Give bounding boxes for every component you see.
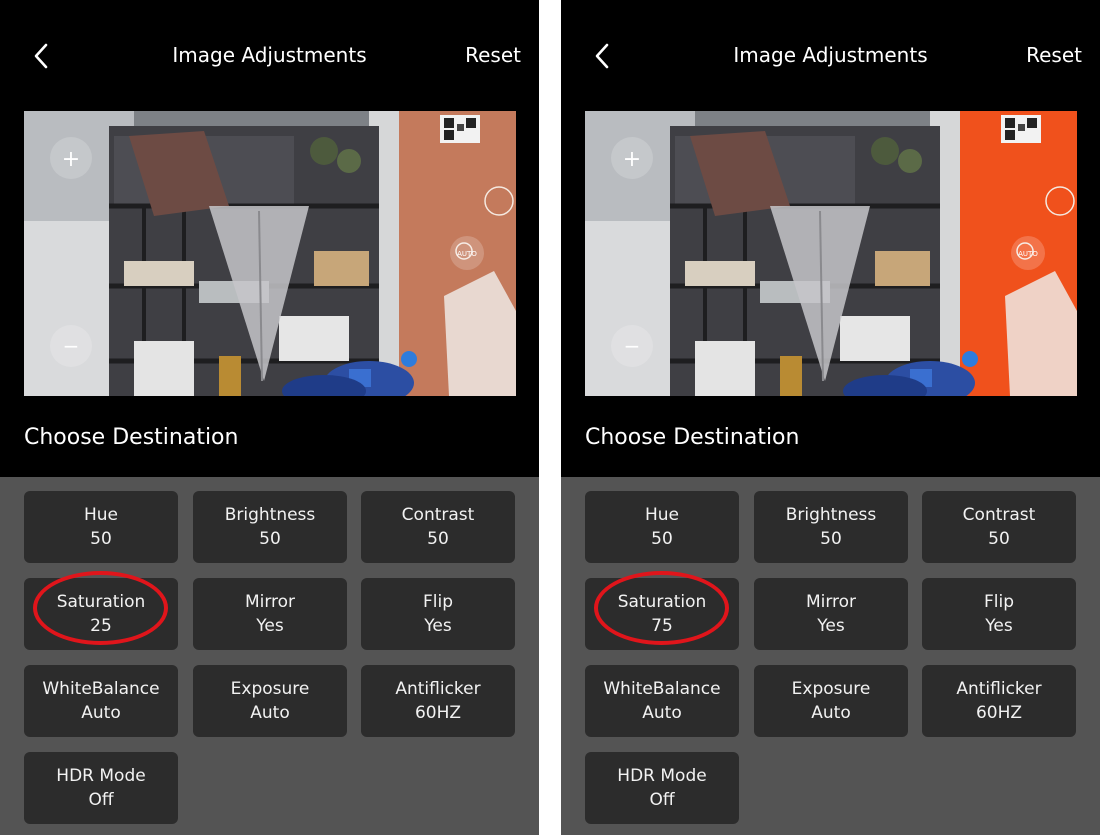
setting-value: 50 [90,529,112,549]
settings-panel: Hue 50 Brightness 50 Contrast 50 Saturat… [0,477,539,835]
setting-label: HDR Mode [617,766,707,786]
reset-button[interactable]: Reset [465,40,521,70]
brightness-tile[interactable]: Brightness 50 [754,491,908,563]
setting-value: Yes [985,616,1013,636]
setting-label: Saturation [56,592,146,612]
camera-preview-image: + − AUTO [24,111,516,396]
mirror-tile[interactable]: Mirror Yes [193,578,347,650]
setting-value: Off [88,790,114,810]
setting-value: Yes [817,616,845,636]
hue-tile[interactable]: Hue 50 [585,491,739,563]
choose-destination-label: Choose Destination [585,425,800,450]
setting-value: Auto [250,703,290,723]
setting-label: Contrast [401,505,475,525]
auto-button[interactable]: AUTO [1011,236,1045,270]
hue-tile[interactable]: Hue 50 [24,491,178,563]
contrast-tile[interactable]: Contrast 50 [361,491,515,563]
auto-button[interactable]: AUTO [450,236,484,270]
setting-value: 50 [651,529,673,549]
zoom-in-button[interactable]: + [611,137,653,179]
camera-preview-image: + − AUTO [585,111,1077,396]
zoom-out-icon: − [63,334,80,358]
setting-label: Exposure [230,679,310,699]
saturation-tile[interactable]: Saturation 25 [24,578,178,650]
flip-tile[interactable]: Flip Yes [361,578,515,650]
setting-label: Brightness [785,505,877,525]
zoom-in-icon: + [623,147,641,172]
phone-screen-after: Image Adjustments Reset + − AUTO Choose … [561,0,1100,835]
setting-label: Contrast [962,505,1036,525]
mirror-tile[interactable]: Mirror Yes [754,578,908,650]
setting-label: Saturation [617,592,707,612]
saturation-tile[interactable]: Saturation 75 [585,578,739,650]
setting-value: Yes [256,616,284,636]
setting-label: WhiteBalance [603,679,721,699]
setting-value: 50 [259,529,281,549]
exposure-tile[interactable]: Exposure Auto [193,665,347,737]
zoom-out-button[interactable]: − [611,325,653,367]
auto-label: AUTO [1018,250,1038,258]
phone-screen-before: Image Adjustments Reset + − AUTO Choose … [0,0,539,835]
setting-value: Yes [424,616,452,636]
auto-label: AUTO [457,250,477,258]
flip-tile[interactable]: Flip Yes [922,578,1076,650]
setting-label: HDR Mode [56,766,146,786]
camera-preview: + − AUTO [585,111,1077,396]
setting-label: Antiflicker [395,679,481,699]
camera-preview: + − AUTO [24,111,516,396]
white-balance-tile[interactable]: WhiteBalance Auto [585,665,739,737]
setting-value: 50 [820,529,842,549]
setting-label: Flip [983,592,1014,612]
setting-label: Brightness [224,505,316,525]
setting-label: Exposure [791,679,871,699]
setting-label: Flip [422,592,453,612]
reset-button[interactable]: Reset [1026,40,1082,70]
setting-value: Auto [81,703,121,723]
white-balance-tile[interactable]: WhiteBalance Auto [24,665,178,737]
page-title: Image Adjustments [733,43,928,67]
zoom-in-button[interactable]: + [50,137,92,179]
setting-value: 50 [427,529,449,549]
antiflicker-tile[interactable]: Antiflicker 60HZ [922,665,1076,737]
setting-label: WhiteBalance [42,679,160,699]
setting-label: Mirror [805,592,857,612]
setting-label: Hue [83,505,119,525]
app-header: Image Adjustments Reset [561,0,1100,110]
contrast-tile[interactable]: Contrast 50 [922,491,1076,563]
hdr-mode-tile[interactable]: HDR Mode Off [585,752,739,824]
setting-value: 50 [988,529,1010,549]
zoom-out-button[interactable]: − [50,325,92,367]
exposure-tile[interactable]: Exposure Auto [754,665,908,737]
setting-value: 25 [90,616,112,636]
hdr-mode-tile[interactable]: HDR Mode Off [24,752,178,824]
setting-value: Off [649,790,675,810]
setting-value: 75 [651,616,673,636]
settings-panel: Hue 50 Brightness 50 Contrast 50 Saturat… [561,477,1100,835]
brightness-tile[interactable]: Brightness 50 [193,491,347,563]
setting-value: Auto [811,703,851,723]
setting-label: Hue [644,505,680,525]
page-title: Image Adjustments [172,43,367,67]
setting-label: Mirror [244,592,296,612]
setting-value: 60HZ [414,703,462,723]
app-header: Image Adjustments Reset [0,0,539,110]
zoom-in-icon: + [62,147,80,172]
zoom-out-icon: − [624,334,641,358]
setting-label: Antiflicker [956,679,1042,699]
antiflicker-tile[interactable]: Antiflicker 60HZ [361,665,515,737]
setting-value: 60HZ [975,703,1023,723]
setting-value: Auto [642,703,682,723]
choose-destination-label: Choose Destination [24,425,239,450]
